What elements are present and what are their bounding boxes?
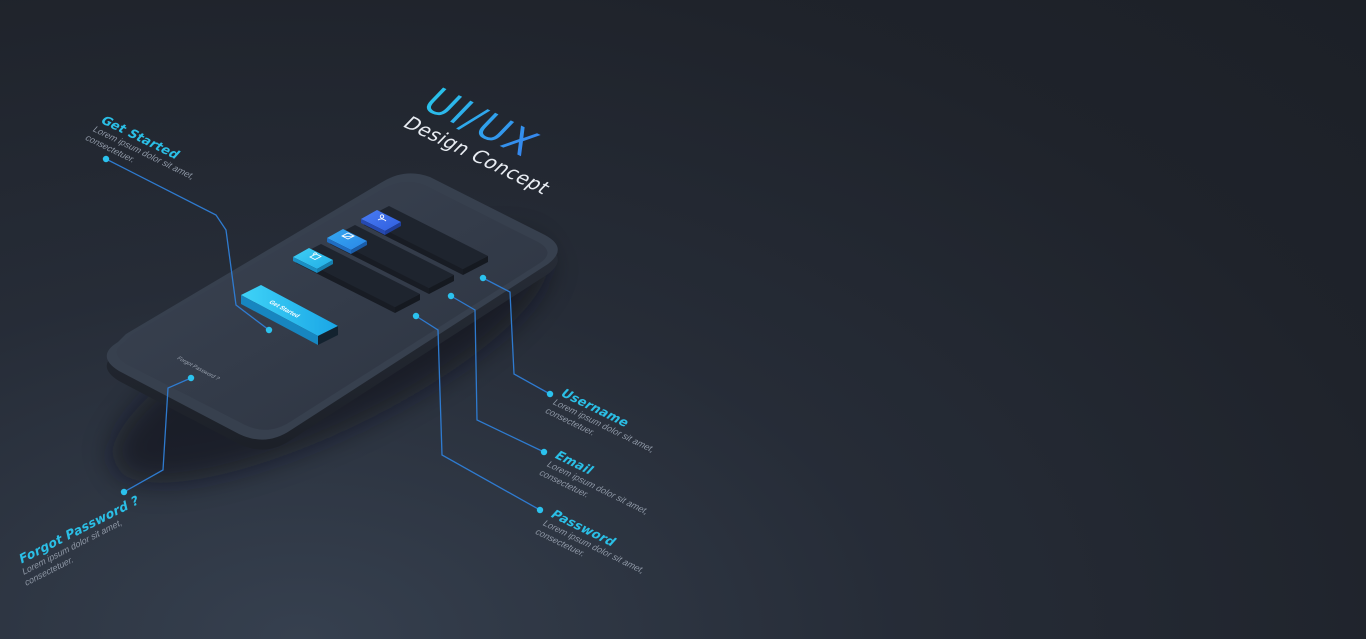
callout-dot-password-end <box>536 506 544 514</box>
callout-dot-forgot-start <box>187 374 195 382</box>
phone-illustration <box>102 155 558 514</box>
callout-dot-email-end <box>540 448 548 456</box>
callout-dot-email-start <box>447 292 455 300</box>
callout-dot-get-started-start <box>102 155 110 163</box>
callout-dot-username-end <box>546 390 554 398</box>
illustration-canvas: Get Started Forgot Password ? UI/UX Desi… <box>0 0 1366 639</box>
callout-dot-password-start <box>412 312 420 320</box>
callout-dot-forgot-end <box>120 488 128 496</box>
callout-dot-get-started-end <box>265 326 273 334</box>
callout-dot-username-start <box>479 274 487 282</box>
